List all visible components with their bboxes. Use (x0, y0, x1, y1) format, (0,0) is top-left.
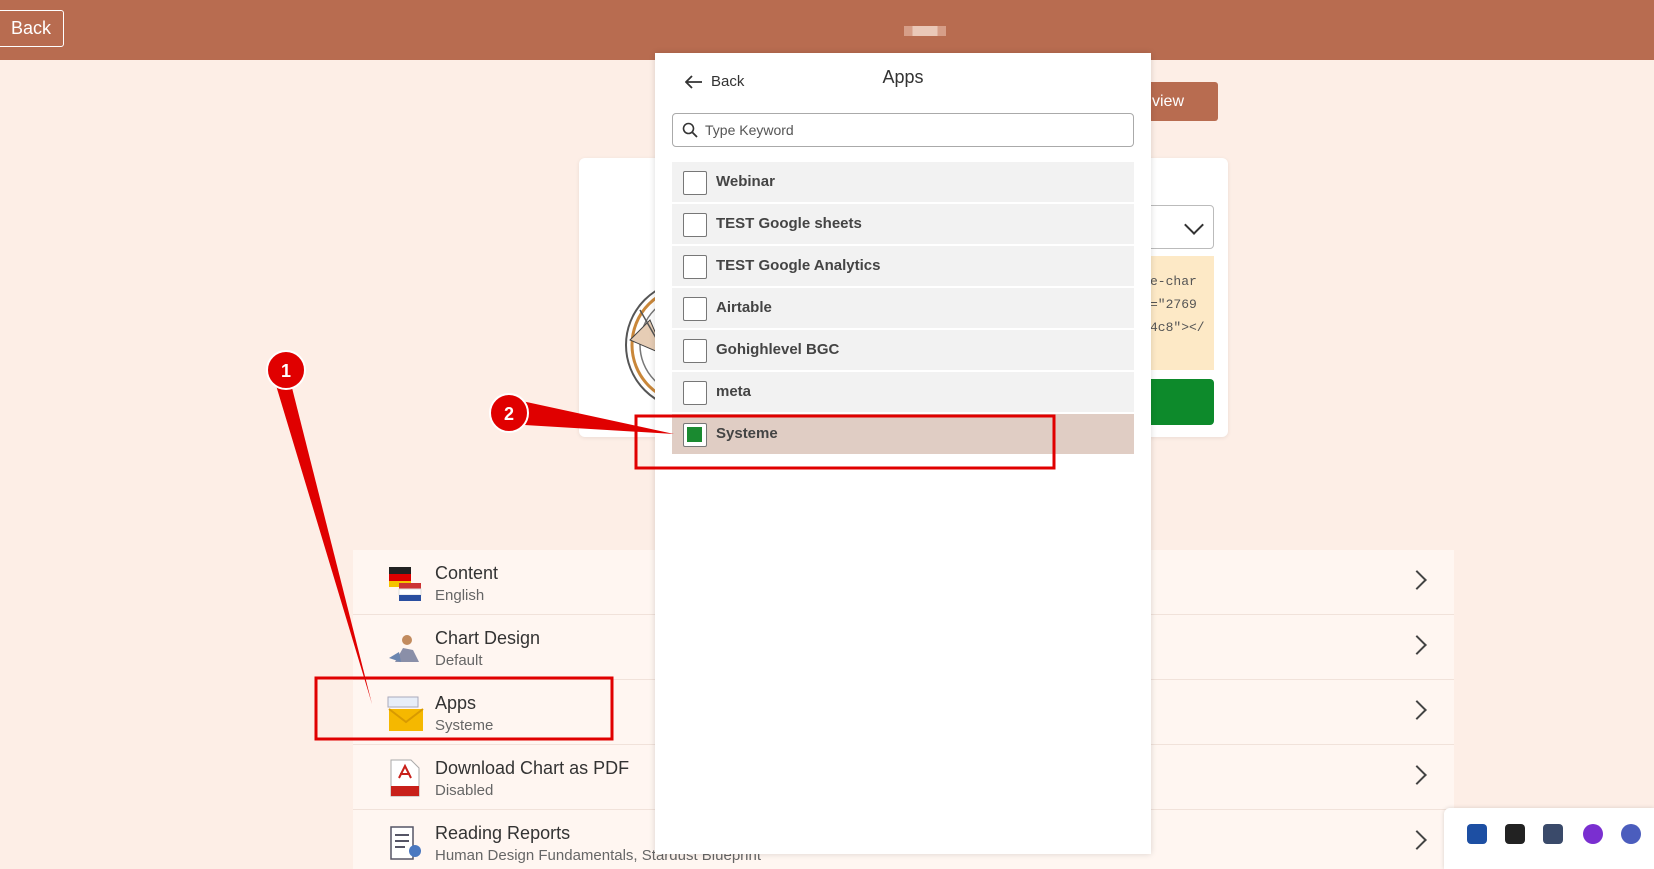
app-checkbox[interactable] (683, 297, 707, 321)
row-subtitle: Default (435, 652, 483, 669)
app-checkbox[interactable] (683, 255, 707, 279)
chevron-right-icon (1407, 830, 1427, 850)
app-item-airtable[interactable]: Airtable (672, 288, 1134, 328)
search-input[interactable] (705, 115, 1125, 145)
app-tray-icon[interactable] (1543, 824, 1563, 844)
reports-icon (390, 826, 421, 860)
row-title: Download Chart as PDF (435, 758, 630, 778)
app-checkbox[interactable] (683, 171, 707, 195)
back-button[interactable]: Back (0, 10, 64, 47)
app-label: Airtable (716, 299, 772, 316)
chevron-right-icon (1407, 765, 1427, 785)
pdf-icon (390, 759, 420, 797)
app-checkbox[interactable] (683, 381, 707, 405)
row-subtitle: English (435, 587, 485, 604)
app-label: TEST Google sheets (716, 215, 862, 232)
app-tray-icon[interactable] (1467, 824, 1487, 844)
app-label: Systeme (716, 425, 778, 442)
chart-design-icon (389, 635, 419, 662)
search-icon (682, 122, 698, 138)
apps-envelope-icon (387, 696, 424, 731)
logo (904, 26, 946, 36)
app-item-systeme[interactable]: Systeme (672, 414, 1134, 454)
app-item-webinar[interactable]: Webinar (672, 162, 1134, 202)
app-label: Webinar (716, 173, 775, 190)
search-box (672, 113, 1134, 147)
annotation-marker-1 (266, 350, 306, 390)
row-title: Apps (435, 693, 477, 713)
chevron-right-icon (1407, 635, 1427, 655)
language-flags-icon (389, 567, 422, 601)
app-label: meta (716, 383, 752, 400)
code-line: ="2769 (1150, 297, 1197, 312)
annotation-number-2: 2 (504, 404, 514, 424)
app-checkbox[interactable] (683, 339, 707, 363)
row-title: Content (435, 563, 499, 583)
chevron-down-icon (1184, 215, 1204, 235)
row-subtitle: Systeme (435, 717, 494, 734)
code-line: 4c8"></ (1150, 320, 1205, 335)
top-bar: Back (0, 0, 1654, 60)
panel-title: Apps (882, 67, 924, 87)
app-item-test-google-analytics[interactable]: TEST Google Analytics (672, 246, 1134, 286)
app-item-meta[interactable]: meta (672, 372, 1134, 412)
row-title: Chart Design (435, 628, 541, 648)
app-label: Gohighlevel BGC (716, 341, 840, 358)
app-tray-icon[interactable] (1505, 824, 1525, 844)
row-subtitle: Disabled (435, 782, 494, 799)
annotation-number-1: 1 (281, 361, 291, 381)
embed-code-box: e-char ="2769 4c8"></ (1140, 256, 1214, 370)
app-checkbox[interactable] (683, 213, 707, 237)
copy-code-button[interactable] (1140, 379, 1214, 425)
app-tray-icon[interactable] (1621, 824, 1641, 844)
chevron-right-icon (1407, 700, 1427, 720)
app-checkbox-checked[interactable] (683, 423, 707, 447)
row-title: Reading Reports (435, 823, 571, 843)
apps-panel: Back Apps Webinar TEST Google sheets TES… (655, 53, 1151, 854)
app-item-gohighlevel-bgc[interactable]: Gohighlevel BGC (672, 330, 1134, 370)
chart-select-dropdown[interactable] (1140, 205, 1214, 249)
annotation-marker-2 (489, 393, 529, 433)
app-label: TEST Google Analytics (716, 257, 881, 274)
system-tray (1444, 808, 1654, 869)
app-tray-icon[interactable] (1583, 824, 1603, 844)
code-line: e-char (1150, 274, 1197, 289)
chevron-right-icon (1407, 570, 1427, 590)
app-item-test-google-sheets[interactable]: TEST Google sheets (672, 204, 1134, 244)
